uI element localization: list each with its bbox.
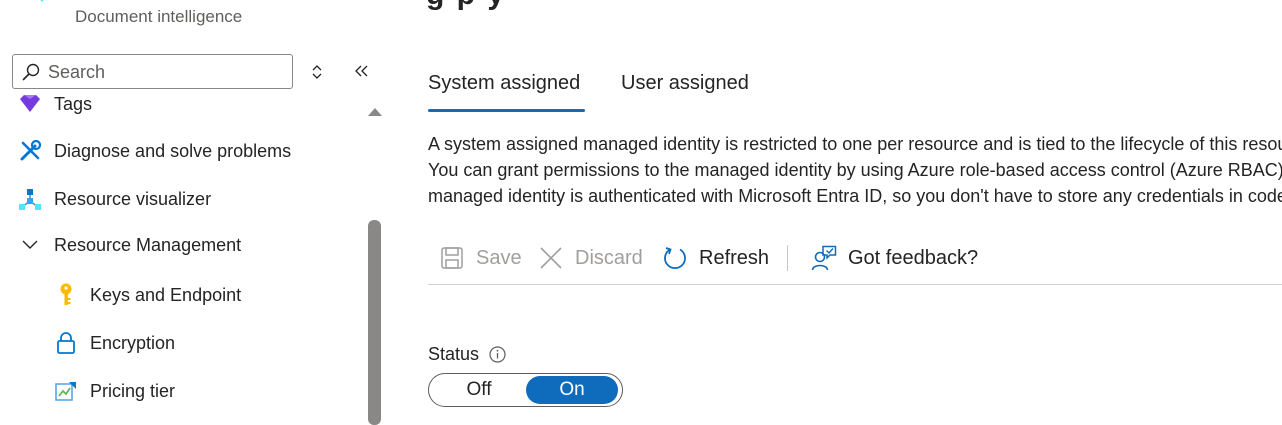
search-box[interactable] <box>12 54 293 89</box>
search-input[interactable] <box>48 59 288 85</box>
lock-icon <box>54 331 78 355</box>
toolbar-divider <box>787 245 788 271</box>
description-text: A system assigned managed identity is re… <box>428 134 1282 206</box>
status-off-option[interactable]: Off <box>433 376 525 404</box>
sidebar-item-label: Keys and Endpoint <box>90 284 242 305</box>
discard-button[interactable]: Discard <box>538 240 643 276</box>
page-title: g p y <box>426 0 506 12</box>
scroll-up-arrow-icon[interactable] <box>366 104 384 118</box>
app-subtitle: Document intelligence <box>75 7 243 26</box>
collapse-sidebar-icon[interactable] <box>352 62 372 80</box>
sidebar-item-label: Resource visualizer <box>54 188 212 209</box>
app-logo <box>28 0 56 14</box>
wrench-screwdriver-icon <box>18 139 42 163</box>
resource-graph-icon <box>18 187 42 211</box>
sidebar-item-tags[interactable]: Tags <box>0 89 362 126</box>
tab-user-assigned[interactable]: User assigned <box>621 72 749 112</box>
refresh-button[interactable]: Refresh <box>662 240 769 276</box>
feedback-person-icon <box>811 245 837 271</box>
sidebar-item-label: Diagnose and solve problems <box>54 140 292 161</box>
tag-icon <box>18 92 42 116</box>
sort-toggle-icon[interactable] <box>309 63 325 81</box>
save-button[interactable]: Save <box>439 240 522 276</box>
sidebar-item-label: Encryption <box>90 332 176 353</box>
feedback-button[interactable]: Got feedback? <box>811 240 978 276</box>
feedback-label: Got feedback? <box>848 246 979 269</box>
save-label: Save <box>476 246 522 269</box>
sidebar-nav: Tags Diagnose and solve problems Resourc <box>0 89 362 420</box>
sidebar-item-encryption[interactable]: Encryption <box>0 321 362 365</box>
scrollbar-thumb[interactable] <box>368 220 381 425</box>
discard-label: Discard <box>575 246 643 269</box>
sidebar-item-resource-visualizer[interactable]: Resource visualizer <box>0 177 362 221</box>
refresh-icon <box>662 245 688 271</box>
close-icon <box>538 245 564 271</box>
sidebar-item-label: Resource Management <box>54 234 242 255</box>
status-on-option[interactable]: On <box>526 376 618 404</box>
sidebar-group-resource-management[interactable]: Resource Management <box>0 223 362 267</box>
sidebar-item-diagnose[interactable]: Diagnose and solve problems <box>0 129 362 173</box>
save-icon <box>439 245 465 271</box>
sidebar-item-pricing-tier[interactable]: Pricing tier <box>0 369 362 413</box>
pricing-tier-icon <box>54 379 78 403</box>
key-icon <box>54 283 78 307</box>
status-field-label: Status <box>428 344 506 365</box>
status-toggle[interactable]: Off On <box>428 373 623 407</box>
search-icon <box>22 63 40 81</box>
tab-system-assigned[interactable]: System assigned <box>428 72 585 112</box>
status-label: Status <box>428 344 480 364</box>
toolbar-separator <box>428 284 1282 285</box>
info-icon[interactable] <box>489 346 506 363</box>
sidebar-item-keys-and-endpoint[interactable]: Keys and Endpoint <box>0 273 362 317</box>
sidebar-item-label: Pricing tier <box>90 380 176 401</box>
refresh-label: Refresh <box>699 246 770 269</box>
chevron-down-icon <box>18 233 42 257</box>
sidebar-item-label: Tags <box>54 93 93 114</box>
